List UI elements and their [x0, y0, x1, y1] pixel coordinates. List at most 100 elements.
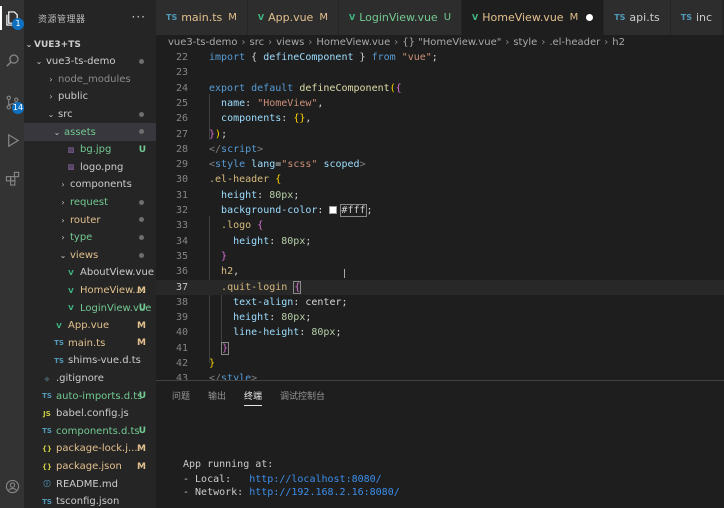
explorer-title: 资源管理器: [38, 14, 86, 25]
code-token: ;: [305, 235, 312, 247]
chevron-right-icon: ›: [541, 37, 546, 48]
tab-homeview-vue[interactable]: V HomeView.vue M: [462, 0, 605, 35]
unsaved-dot-icon[interactable]: [586, 14, 594, 21]
tree-item-label: request: [70, 197, 109, 209]
tree-item[interactable]: › request: [24, 194, 156, 212]
tab-label: api.ts: [629, 11, 660, 24]
tree-item[interactable]: ▨ logo.png: [24, 159, 156, 177]
tree-item[interactable]: {} package.json M: [24, 458, 156, 476]
chevron-down-icon: ⌄: [25, 40, 33, 50]
panel-tab[interactable]: 调试控制台: [280, 389, 325, 406]
line-number: 43: [175, 373, 188, 380]
code-editor[interactable]: 22 import { defineComponent } from "vue";…: [156, 50, 724, 380]
tree-item[interactable]: › node_modules: [24, 71, 156, 89]
breadcrumb-item[interactable]: views: [276, 37, 304, 48]
tree-item[interactable]: ⌄ assets: [24, 123, 156, 141]
chevron-right-icon: ›: [505, 37, 510, 48]
tree-item[interactable]: ⓘ README.md: [24, 475, 156, 493]
tree-item[interactable]: TS components.d.ts U: [24, 423, 156, 441]
local-url-link[interactable]: http://localhost:8080/: [249, 474, 381, 485]
tree-item[interactable]: ◆ .gitignore: [24, 370, 156, 388]
git-status-badge: U: [138, 144, 146, 155]
code-token: ;: [305, 312, 312, 324]
code-token: :: [257, 189, 270, 201]
tab-app-vue[interactable]: V App.vue M: [247, 0, 339, 35]
extensions-icon[interactable]: [0, 166, 24, 190]
breadcrumb-item[interactable]: h2: [612, 37, 625, 48]
modified-dot: [139, 252, 144, 258]
tree-item[interactable]: › public: [24, 88, 156, 106]
tree-item[interactable]: V AboutView.vue: [24, 264, 156, 282]
code-line: 41 }: [156, 341, 724, 356]
code-token: {: [293, 280, 302, 294]
tree-item[interactable]: ⌄ views: [24, 247, 156, 265]
run-debug-icon[interactable]: [0, 128, 24, 152]
breadcrumb-item[interactable]: vue3-ts-demo: [168, 37, 237, 48]
color-swatch-icon[interactable]: [329, 206, 338, 214]
code-token: ,: [317, 97, 324, 109]
tree-item[interactable]: ⌄ src: [24, 106, 156, 124]
explorer-icon[interactable]: 1: [0, 6, 24, 30]
source-control-icon[interactable]: 14: [0, 90, 24, 114]
code-token: .el-header: [209, 174, 270, 186]
git-status-badge: M: [137, 338, 146, 349]
panel-tab[interactable]: 终端: [244, 389, 263, 406]
line-number: 36: [175, 266, 188, 278]
tree-item[interactable]: TS auto-imports.d.ts U: [24, 387, 156, 405]
code-line: 22 import { defineComponent } from "vue";: [156, 50, 724, 65]
tree-item-label: HomeView....: [80, 285, 146, 297]
tab-api-ts[interactable]: TS api.ts: [604, 0, 671, 35]
code-token: components: [221, 113, 282, 125]
code-token: :: [281, 113, 294, 125]
tree-item[interactable]: TS shims-vue.d.ts: [24, 352, 156, 370]
file-type-icon: ⓘ: [43, 480, 51, 489]
tree-item[interactable]: V HomeView.... M: [24, 282, 156, 300]
breadcrumb-item[interactable]: HomeView.vue: [316, 37, 390, 48]
line-number: 30: [175, 174, 188, 186]
tab-inc[interactable]: TS inc: [670, 0, 724, 35]
tree-item[interactable]: V LoginView.vue U: [24, 299, 156, 317]
tree-item[interactable]: {} package-lock.j... M: [24, 440, 156, 458]
code-line: 36 h2,: [156, 264, 724, 279]
panel-tab[interactable]: 问题: [172, 389, 190, 406]
tab-loginview-vue[interactable]: V LoginView.vue U: [338, 0, 463, 35]
code-text: components: {},: [209, 111, 311, 126]
file-type-icon: TS: [166, 13, 178, 22]
panel-tab[interactable]: 输出: [208, 389, 226, 406]
git-status-badge: M: [137, 320, 146, 331]
file-type-icon: V: [56, 321, 62, 330]
tree-item[interactable]: JS babel.config.js: [24, 405, 156, 423]
code-token: script: [221, 143, 258, 155]
project-section[interactable]: ⌄ VUE3+TS: [24, 36, 156, 54]
breadcrumb-item[interactable]: src: [249, 37, 264, 48]
breadcrumb-item[interactable]: style: [513, 37, 537, 48]
breadcrumb-item[interactable]: {} "HomeView.vue": [402, 37, 501, 48]
network-url-link[interactable]: http://192.168.2.16:8080/: [249, 487, 400, 498]
tree-item[interactable]: TS tsconfig.json: [24, 493, 156, 508]
tree-item[interactable]: ▨ bg.jpg U: [24, 141, 156, 159]
tree-item[interactable]: › components: [24, 176, 156, 194]
more-actions-icon[interactable]: ···: [132, 10, 146, 24]
git-status-badge: M: [228, 12, 237, 23]
tree-item[interactable]: › router: [24, 211, 156, 229]
account-icon[interactable]: [0, 474, 24, 498]
tab-main-ts[interactable]: TS main.ts M: [156, 0, 248, 35]
breadcrumb-item[interactable]: .el-header: [549, 37, 600, 48]
tree-item[interactable]: TS main.ts M: [24, 335, 156, 353]
search-icon[interactable]: [0, 48, 24, 72]
chevron-right-icon: ›: [604, 37, 609, 48]
code-token: }: [209, 358, 216, 369]
tree-item[interactable]: V App.vue M: [24, 317, 156, 335]
tree-item-label: tsconfig.json: [56, 496, 120, 508]
code-token: 80px: [281, 312, 306, 324]
code-text: }: [209, 249, 227, 264]
tree-item[interactable]: › type: [24, 229, 156, 247]
file-type-icon: V: [472, 13, 479, 22]
tree-item[interactable]: ⌄ vue3-ts-demo: [24, 53, 156, 71]
code-text: </script>: [209, 142, 263, 157]
code-token: "HomeView": [257, 97, 318, 109]
